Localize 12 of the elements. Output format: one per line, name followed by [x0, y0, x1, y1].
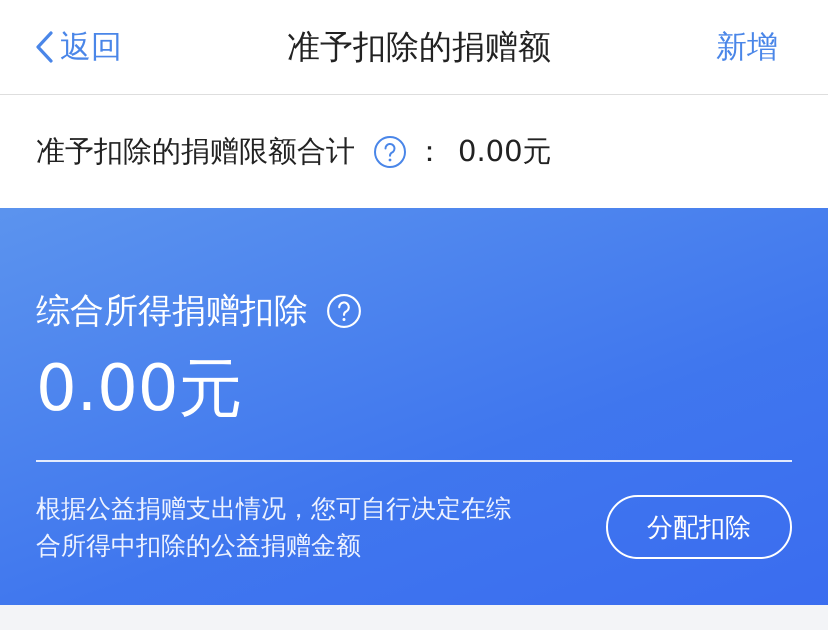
- page-title: 准予扣除的捐赠额: [287, 26, 551, 68]
- description-text: 根据公益捐赠支出情况，您可自行决定在综合所得中扣除的公益捐赠金额: [36, 493, 512, 562]
- colon-separator: ：: [415, 132, 444, 170]
- help-icon[interactable]: [373, 134, 407, 168]
- deduction-amount: 0.00元: [36, 354, 244, 424]
- back-button[interactable]: 返回: [34, 26, 122, 68]
- add-button[interactable]: 新增: [716, 26, 778, 68]
- limit-label: 准予扣除的捐赠限额合计: [36, 132, 355, 170]
- card-title: 综合所得捐赠扣除: [36, 290, 308, 333]
- back-icon[interactable]: [34, 30, 54, 64]
- allocate-button[interactable]: 分配扣除: [606, 495, 792, 560]
- limit-value: 0.00元: [458, 132, 552, 170]
